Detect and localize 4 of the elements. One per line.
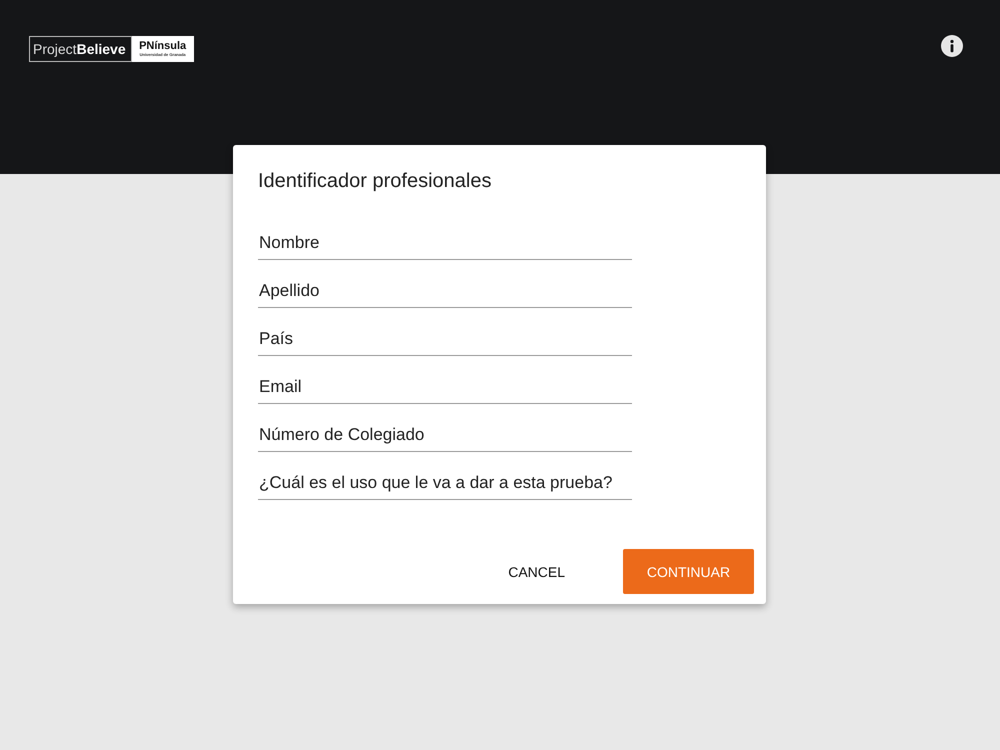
logo-text: ProjectBelieve bbox=[29, 36, 132, 62]
cancel-button[interactable]: CANCEL bbox=[480, 550, 593, 594]
dialog-title: Identificador profesionales bbox=[258, 170, 492, 193]
info-icon[interactable] bbox=[941, 35, 963, 57]
